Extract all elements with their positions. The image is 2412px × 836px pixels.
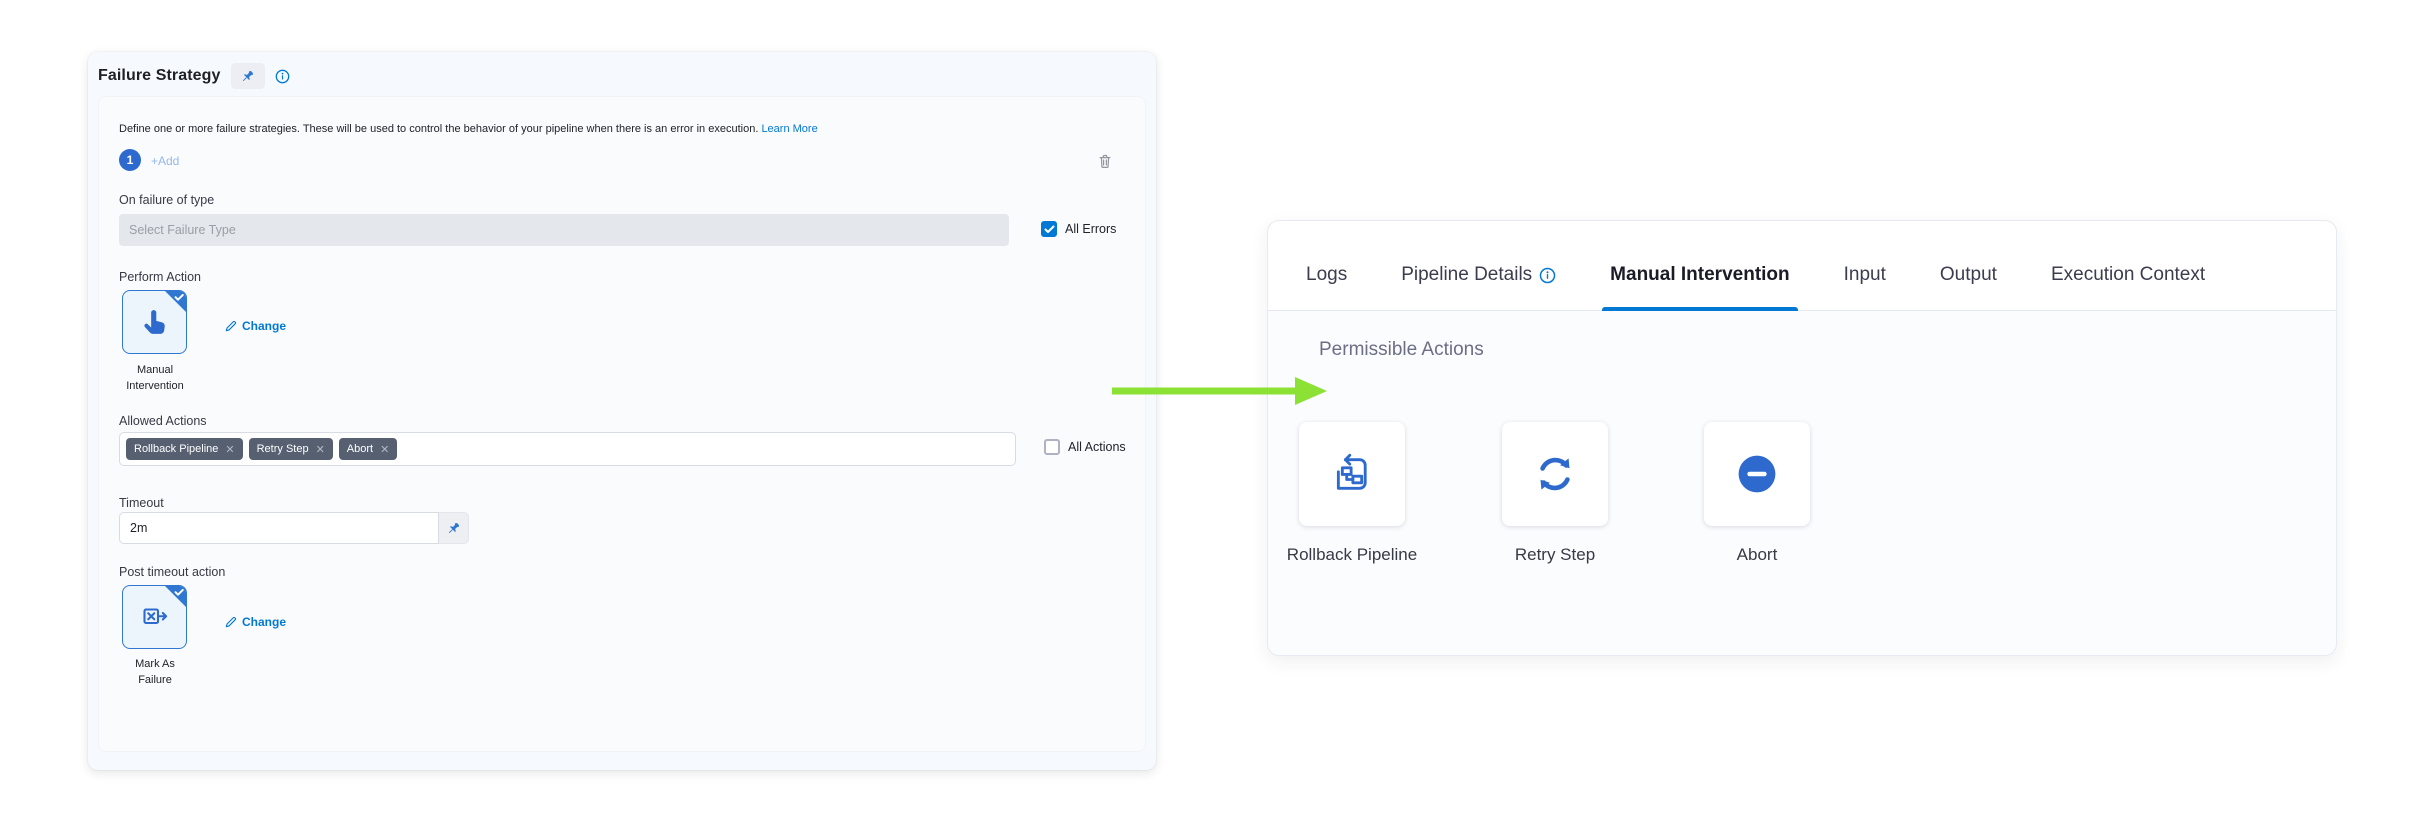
change-label: Change bbox=[242, 615, 286, 629]
info-icon bbox=[1539, 267, 1556, 284]
post-timeout-action-name: Mark As Failure bbox=[90, 657, 220, 689]
delete-strategy-button[interactable] bbox=[1097, 153, 1113, 175]
tab-label: Output bbox=[1940, 264, 1997, 286]
rollback-pipeline-button[interactable] bbox=[1299, 422, 1405, 526]
action-retry-step: Retry Step bbox=[1485, 422, 1625, 567]
execution-details-panel: Logs Pipeline Details Manual Interventio… bbox=[1267, 220, 2337, 656]
failure-type-select[interactable]: Select Failure Type bbox=[119, 214, 1009, 246]
timeout-input[interactable]: 2m bbox=[119, 512, 439, 544]
description-text: Define one or more failure strategies. T… bbox=[119, 123, 758, 135]
abort-button[interactable] bbox=[1704, 422, 1810, 526]
tab-manual-intervention[interactable]: Manual Intervention bbox=[1610, 264, 1789, 310]
change-action-link[interactable]: Change bbox=[224, 319, 286, 333]
action-label: Retry Step bbox=[1515, 544, 1595, 567]
all-actions-label: All Actions bbox=[1068, 440, 1126, 454]
check-icon bbox=[1044, 225, 1055, 234]
tab-label: Manual Intervention bbox=[1610, 264, 1789, 286]
timeout-pin-button[interactable] bbox=[439, 512, 469, 544]
permissible-actions-title: Permissible Actions bbox=[1319, 339, 1484, 361]
action-abort: Abort bbox=[1687, 422, 1827, 567]
all-errors-checkbox[interactable] bbox=[1041, 221, 1057, 237]
allowed-action-chip: Retry Step ✕ bbox=[249, 438, 333, 460]
tab-logs[interactable]: Logs bbox=[1306, 264, 1347, 310]
remove-chip-icon[interactable]: ✕ bbox=[225, 443, 234, 456]
perform-action-label: Perform Action bbox=[119, 270, 201, 284]
action-label: Rollback Pipeline bbox=[1287, 544, 1417, 567]
tab-output[interactable]: Output bbox=[1940, 264, 1997, 310]
allowed-actions-input[interactable]: Rollback Pipeline ✕ Retry Step ✕ Abort ✕ bbox=[119, 432, 1016, 466]
timeout-label: Timeout bbox=[119, 496, 164, 510]
chip-label: Rollback Pipeline bbox=[134, 443, 218, 455]
timeout-field-group: 2m bbox=[119, 512, 469, 544]
chip-label: Retry Step bbox=[257, 443, 309, 455]
action-label: Abort bbox=[1737, 544, 1778, 567]
learn-more-link[interactable]: Learn More bbox=[761, 123, 817, 135]
trash-icon bbox=[1097, 153, 1113, 170]
tab-label: Execution Context bbox=[2051, 264, 2205, 286]
failure-strategy-panel: Failure Strategy Define one or more fail… bbox=[88, 52, 1156, 770]
on-failure-label: On failure of type bbox=[119, 193, 214, 207]
strategy-index-badge[interactable]: 1 bbox=[119, 149, 141, 171]
retry-step-button[interactable] bbox=[1502, 422, 1608, 526]
remove-chip-icon[interactable]: ✕ bbox=[380, 443, 389, 456]
abort-icon bbox=[1734, 451, 1780, 497]
tab-pipeline-details[interactable]: Pipeline Details bbox=[1401, 264, 1556, 310]
perform-action-tile[interactable] bbox=[122, 290, 187, 354]
rollback-pipeline-icon bbox=[1330, 452, 1374, 496]
all-actions-checkbox[interactable] bbox=[1044, 439, 1060, 455]
pin-icon bbox=[240, 69, 255, 84]
failure-strategy-header: Failure Strategy bbox=[88, 52, 1156, 90]
change-post-timeout-link[interactable]: Change bbox=[224, 615, 286, 629]
selected-check-corner bbox=[164, 585, 187, 608]
pencil-icon bbox=[224, 320, 237, 333]
pointer-arrow bbox=[1105, 372, 1335, 412]
post-timeout-label: Post timeout action bbox=[119, 565, 225, 579]
selected-check-corner bbox=[164, 290, 187, 313]
retry-step-icon bbox=[1532, 451, 1578, 497]
pin-icon bbox=[446, 521, 461, 536]
chip-label: Abort bbox=[347, 443, 373, 455]
all-actions-checkbox-row[interactable]: All Actions bbox=[1044, 439, 1126, 455]
add-strategy-button[interactable]: +Add bbox=[151, 154, 179, 168]
tab-label: Input bbox=[1844, 264, 1886, 286]
action-rollback-pipeline: Rollback Pipeline bbox=[1282, 422, 1422, 567]
allowed-actions-label: Allowed Actions bbox=[119, 414, 207, 428]
tab-input[interactable]: Input bbox=[1844, 264, 1886, 310]
failure-strategy-form: Define one or more failure strategies. T… bbox=[98, 96, 1146, 752]
perform-action-name: Manual Intervention bbox=[90, 363, 220, 395]
allowed-action-chip: Rollback Pipeline ✕ bbox=[126, 438, 243, 460]
panel-title: Failure Strategy bbox=[98, 67, 221, 85]
tab-execution-context[interactable]: Execution Context bbox=[2051, 264, 2205, 310]
panel-description: Define one or more failure strategies. T… bbox=[119, 123, 818, 135]
post-timeout-action-tile[interactable] bbox=[122, 585, 187, 649]
all-errors-checkbox-row[interactable]: All Errors bbox=[1041, 221, 1116, 237]
tab-label: Logs bbox=[1306, 264, 1347, 286]
pin-button[interactable] bbox=[231, 63, 265, 89]
info-icon[interactable] bbox=[275, 69, 290, 84]
remove-chip-icon[interactable]: ✕ bbox=[316, 443, 325, 456]
tab-label: Pipeline Details bbox=[1401, 264, 1532, 286]
change-label: Change bbox=[242, 319, 286, 333]
pencil-icon bbox=[224, 616, 237, 629]
allowed-action-chip: Abort ✕ bbox=[339, 438, 398, 460]
all-errors-label: All Errors bbox=[1065, 222, 1116, 236]
details-tabbar: Logs Pipeline Details Manual Interventio… bbox=[1268, 221, 2336, 311]
